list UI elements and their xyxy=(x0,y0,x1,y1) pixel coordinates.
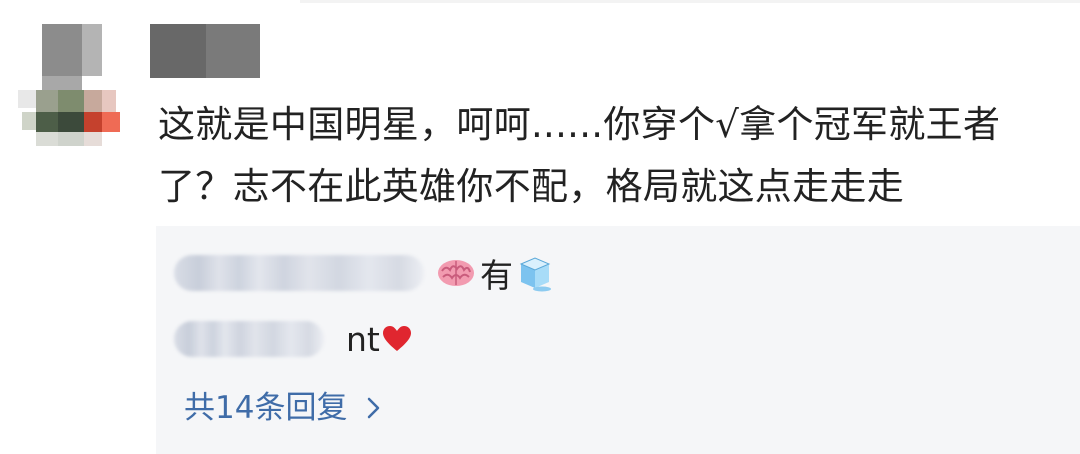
view-more-replies-link[interactable]: 共14条回复 xyxy=(184,382,383,426)
reply-item[interactable]: nt xyxy=(174,314,412,364)
comment-card: 这就是中国明星，呵呵......你穿个√拿个冠军就王者了？志不在此英雄你不配，格… xyxy=(0,0,1080,454)
red-heart-emoji-icon xyxy=(382,325,412,353)
username[interactable] xyxy=(150,24,260,78)
reply-item[interactable]: 有 xyxy=(174,248,553,298)
ice-cube-emoji-icon xyxy=(517,254,553,292)
brain-emoji-icon xyxy=(436,257,476,289)
avatar[interactable] xyxy=(18,24,123,146)
reply-text: 有 xyxy=(480,256,513,295)
reply-username[interactable] xyxy=(174,321,324,357)
more-replies-label[interactable]: 共14条回复 xyxy=(184,382,347,427)
reply-preview-box[interactable]: 有 nt 共14条回复 xyxy=(156,226,1080,454)
comment-text: 这就是中国明星，呵呵......你穿个√拿个冠军就王者了？志不在此英雄你不配，格… xyxy=(158,103,1001,208)
chevron-right-icon xyxy=(365,392,383,419)
reply-text: nt xyxy=(346,319,380,359)
reply-username[interactable] xyxy=(174,255,424,291)
divider xyxy=(300,0,1080,3)
